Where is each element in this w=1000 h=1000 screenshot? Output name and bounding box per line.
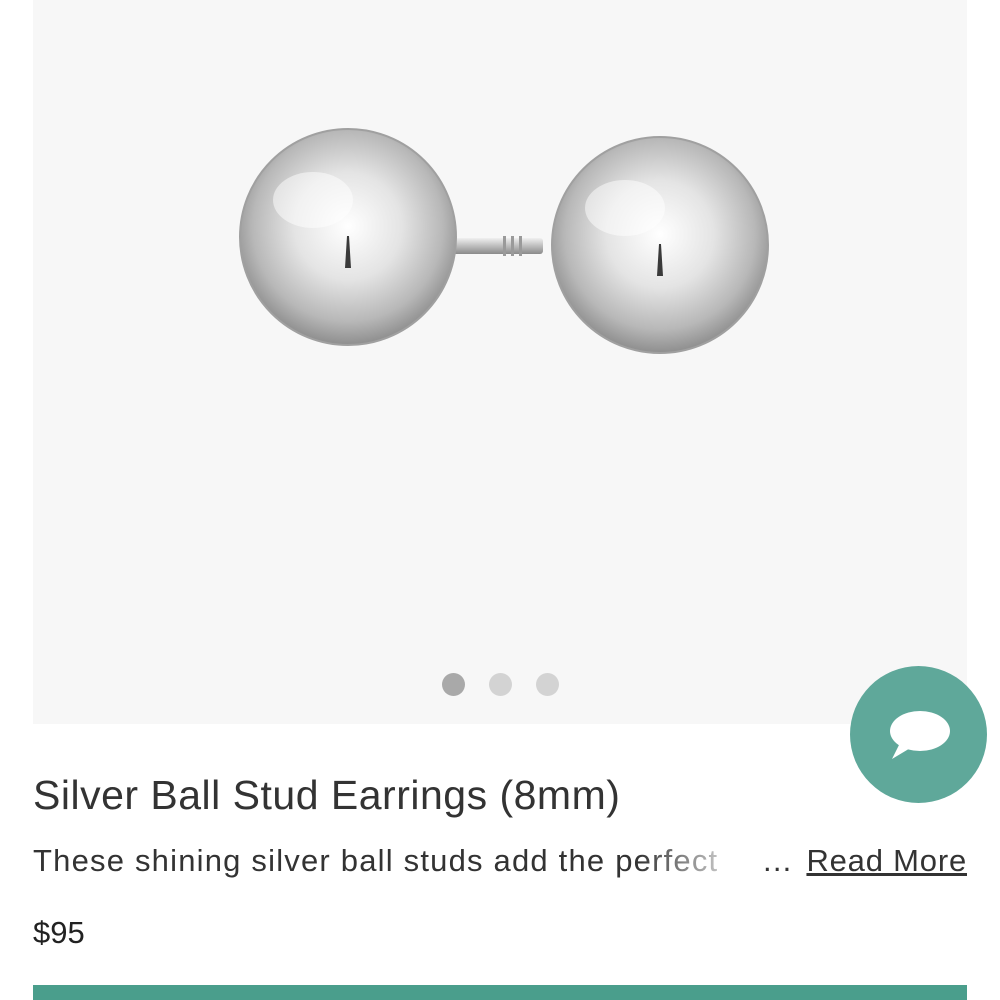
carousel-dot-1[interactable] (441, 673, 465, 696)
product-image-gallery[interactable] (33, 0, 967, 724)
product-page: Silver Ball Stud Earrings (8mm) These sh… (0, 0, 1000, 1000)
product-title: Silver Ball Stud Earrings (8mm) (33, 772, 621, 818)
product-image[interactable] (33, 0, 967, 724)
read-more-link[interactable]: Read More (806, 843, 967, 879)
speech-bubble-icon (889, 710, 950, 759)
carousel-dots (33, 673, 967, 697)
chat-button[interactable] (850, 666, 987, 803)
carousel-dot-2[interactable] (488, 673, 512, 696)
add-to-cart-button[interactable] (33, 985, 967, 1000)
carousel-dot-3[interactable] (535, 673, 559, 696)
product-price: $95 (33, 915, 85, 950)
description-text: These shining silver ball studs add the … (33, 843, 719, 878)
product-description: These shining silver ball studs add the … (33, 843, 967, 889)
description-ellipsis: ... (763, 843, 793, 878)
